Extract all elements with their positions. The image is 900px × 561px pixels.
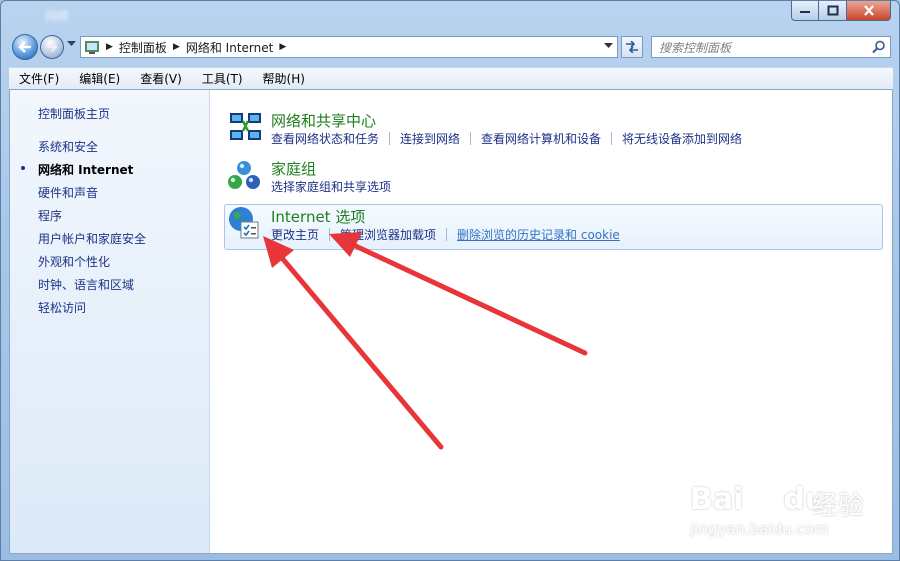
sidebar-item-clock-language-region[interactable]: 时钟、语言和区域 bbox=[38, 276, 134, 293]
link-change-home-page[interactable]: 更改主页 bbox=[271, 226, 319, 243]
menu-edit[interactable]: 编辑(E) bbox=[69, 70, 130, 87]
link-connect-to-network[interactable]: 连接到网络 bbox=[400, 130, 460, 147]
network-sharing-icon[interactable] bbox=[228, 109, 264, 145]
homegroup-icon[interactable] bbox=[226, 158, 262, 194]
breadcrumb-separator-icon: ▶ bbox=[279, 42, 287, 52]
navigation-bar: ▶ 控制面板 ▶ 网络和 Internet ▶ 搜索控制面板 bbox=[1, 31, 900, 63]
link-separator bbox=[611, 132, 613, 145]
watermark-brand-cn: 经验 bbox=[812, 491, 865, 521]
search-placeholder: 搜索控制面板 bbox=[659, 40, 732, 55]
menu-help[interactable]: 帮助(H) bbox=[253, 70, 315, 87]
category-title-network-sharing[interactable]: 网络和共享中心 bbox=[271, 110, 376, 131]
menu-tools[interactable]: 工具(T) bbox=[192, 70, 253, 87]
category-links-internet-options: 更改主页 管理浏览器加载项 删除浏览的历史记录和 cookie bbox=[271, 226, 620, 243]
sidebar-item-system-security[interactable]: 系统和安全 bbox=[38, 138, 98, 155]
link-delete-browsing-history[interactable]: 删除浏览的历史记录和 cookie bbox=[457, 226, 620, 243]
address-bar[interactable]: ▶ 控制面板 ▶ 网络和 Internet ▶ bbox=[80, 36, 618, 58]
breadcrumb-control-panel[interactable]: 控制面板 bbox=[119, 39, 167, 56]
forward-button[interactable] bbox=[40, 35, 64, 59]
current-item-bullet-icon bbox=[21, 166, 25, 170]
link-add-wireless-device[interactable]: 将无线设备添加到网络 bbox=[622, 130, 742, 147]
link-view-network-computers[interactable]: 查看网络计算机和设备 bbox=[481, 130, 601, 147]
close-icon bbox=[863, 5, 874, 16]
watermark-url: jingyan.baidu.com bbox=[690, 520, 829, 538]
forward-arrow-icon bbox=[47, 42, 58, 52]
link-manage-browser-addons[interactable]: 管理浏览器加载项 bbox=[340, 226, 436, 243]
category-links-network-sharing: 查看网络状态和任务 连接到网络 查看网络计算机和设备 将无线设备添加到网络 bbox=[271, 130, 742, 147]
sidebar-item-network-internet[interactable]: 网络和 Internet bbox=[38, 161, 133, 178]
category-title-homegroup[interactable]: 家庭组 bbox=[271, 158, 316, 179]
sidebar-item-user-accounts[interactable]: 用户帐户和家庭安全 bbox=[38, 230, 146, 247]
refresh-button[interactable] bbox=[621, 36, 643, 58]
sidebar: 控制面板主页 系统和安全 网络和 Internet 硬件和声音 程序 用户帐户和… bbox=[10, 90, 210, 553]
minimize-icon bbox=[800, 10, 810, 13]
watermark-brand: Bai du bbox=[690, 482, 826, 517]
refresh-icon bbox=[626, 41, 638, 53]
sidebar-item-hardware-sound[interactable]: 硬件和声音 bbox=[38, 184, 98, 201]
watermark-brand-bai: Bai bbox=[690, 482, 744, 517]
sidebar-item-control-panel-home[interactable]: 控制面板主页 bbox=[38, 105, 110, 122]
link-separator bbox=[329, 228, 331, 241]
back-arrow-icon bbox=[18, 41, 31, 53]
breadcrumb-separator-icon: ▶ bbox=[106, 42, 113, 52]
link-view-network-status[interactable]: 查看网络状态和任务 bbox=[271, 130, 379, 147]
window-title: 网络 bbox=[45, 9, 70, 23]
sidebar-item-ease-of-access[interactable]: 轻松访问 bbox=[38, 299, 86, 316]
category-title-internet-options[interactable]: Internet 选项 bbox=[271, 206, 365, 227]
breadcrumb-separator-icon: ▶ bbox=[172, 42, 180, 52]
menu-bar: 文件(F) 编辑(E) 查看(V) 工具(T) 帮助(H) bbox=[9, 67, 893, 90]
link-homegroup-sharing-options[interactable]: 选择家庭组和共享选项 bbox=[271, 178, 391, 195]
link-separator bbox=[446, 228, 448, 241]
breadcrumb-network-internet[interactable]: 网络和 Internet bbox=[186, 39, 273, 56]
link-separator bbox=[470, 132, 472, 145]
address-dropdown-icon[interactable] bbox=[604, 43, 613, 49]
close-button[interactable] bbox=[847, 1, 891, 21]
back-button[interactable] bbox=[12, 34, 38, 60]
menu-view[interactable]: 查看(V) bbox=[130, 70, 192, 87]
minimize-button[interactable] bbox=[791, 1, 819, 21]
maximize-button[interactable] bbox=[819, 1, 847, 21]
search-control-panel-input[interactable]: 搜索控制面板 bbox=[651, 36, 891, 58]
menu-file[interactable]: 文件(F) bbox=[9, 70, 69, 87]
recent-pages-dropdown-icon[interactable] bbox=[67, 41, 76, 47]
caption-buttons bbox=[791, 1, 891, 21]
link-separator bbox=[389, 132, 391, 145]
sidebar-item-appearance[interactable]: 外观和个性化 bbox=[38, 253, 110, 270]
category-links-homegroup: 选择家庭组和共享选项 bbox=[271, 178, 391, 195]
internet-options-icon[interactable] bbox=[226, 205, 262, 241]
control-panel-icon bbox=[85, 41, 99, 54]
maximize-icon bbox=[827, 5, 838, 16]
search-icon[interactable] bbox=[872, 40, 886, 54]
sidebar-item-programs[interactable]: 程序 bbox=[38, 207, 62, 224]
